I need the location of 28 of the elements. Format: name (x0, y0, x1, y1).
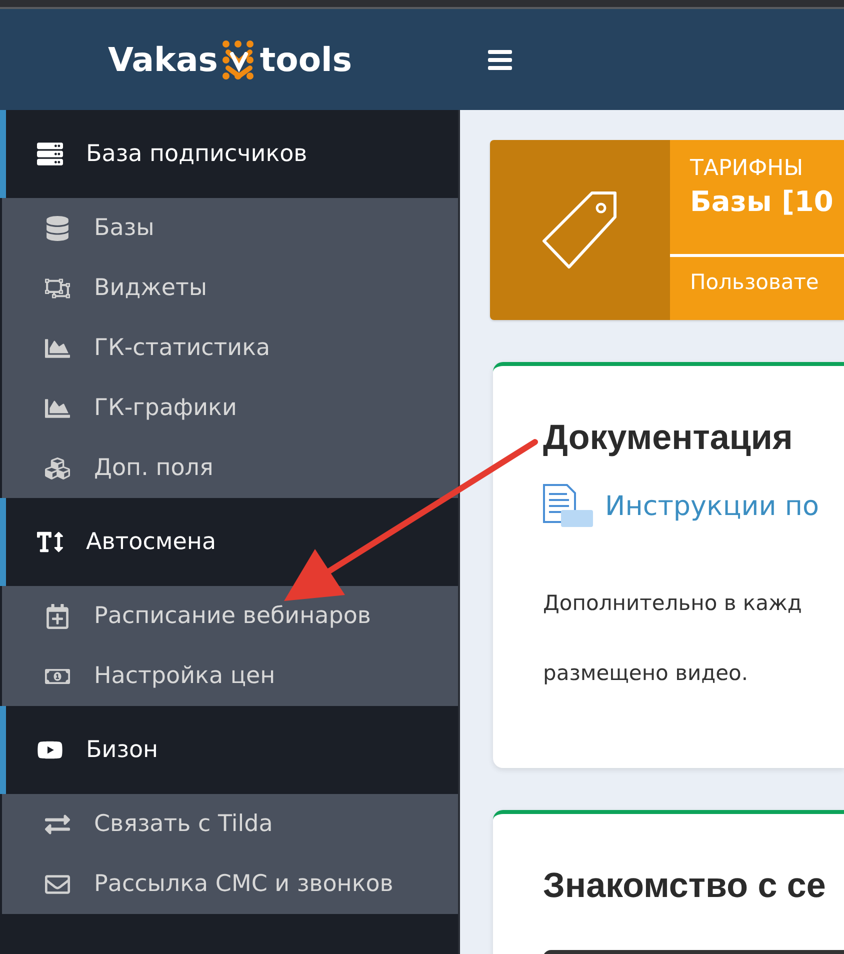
instructions-link[interactable]: Инструкции по (543, 484, 844, 528)
sidebar-item[interactable]: Базы (2, 198, 458, 258)
menu-icon (488, 50, 512, 70)
logo-icon (222, 40, 256, 80)
cubes-icon (44, 456, 70, 480)
document-icon (543, 484, 595, 528)
calendar-plus-icon (44, 604, 70, 628)
logo-text: Vakas (108, 40, 218, 79)
server-icon (37, 141, 63, 167)
plan-footer: Пользовате (670, 257, 844, 294)
logo-text: tools (260, 40, 352, 79)
menu-button[interactable] (488, 50, 512, 70)
sidebar-item[interactable]: Доп. поля (2, 438, 458, 498)
sidebar-item[interactable]: Расписание вебинаров (2, 586, 458, 646)
card-title: Знакомство с се (543, 866, 827, 906)
plan-caption: ТАРИФНЫ (690, 156, 804, 181)
sidebar-item[interactable]: Рассылка СМС и звонков (2, 854, 458, 914)
tag-icon (542, 190, 618, 270)
docs-paragraph: Дополнительно в кажд размещено видео. (543, 590, 803, 687)
plan-value: Базы [10 (690, 185, 834, 218)
text-height-icon (37, 529, 63, 555)
sidebar-item[interactable]: ГК-статистика (2, 318, 458, 378)
database-icon (44, 216, 70, 240)
card-title: Документация (543, 418, 794, 458)
sidebar-item[interactable]: Настройка цен (2, 646, 458, 706)
sidebar-item[interactable]: Связать с Tilda (2, 794, 458, 854)
sidebar-item[interactable]: ГК-графики (2, 378, 458, 438)
sidebar-item[interactable]: Виджеты (2, 258, 458, 318)
